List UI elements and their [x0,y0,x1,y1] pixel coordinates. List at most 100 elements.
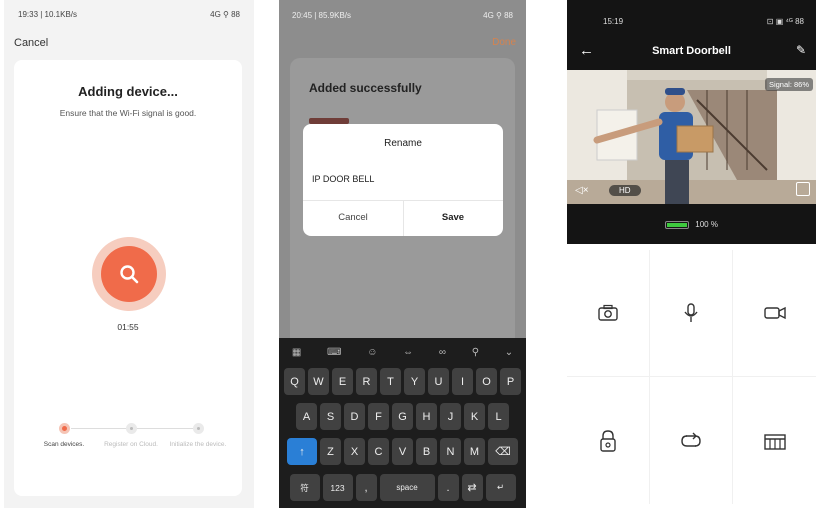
status-icons: 4G ⚲ 88 [210,10,240,19]
adding-device-screen: 19:33 | 10.1KB/s 4G ⚲ 88 Cancel Adding d… [4,0,254,508]
key[interactable]: C [368,438,389,465]
space-key[interactable]: space [379,474,435,501]
page-title: Smart Doorbell [652,45,731,57]
adding-card: Adding device... Ensure that the Wi-Fi s… [14,60,242,496]
microphone-icon [684,303,698,322]
snapshot-button[interactable] [567,250,650,377]
key[interactable]: J [440,403,461,430]
dialog-cancel-button[interactable]: Cancel [303,200,403,236]
cancel-link[interactable]: Cancel [14,37,48,49]
key[interactable]: S [320,403,341,430]
language-icon: ⇄ [467,482,477,494]
status-time: 19:33 | 10.1KB/s [18,10,78,19]
status-icons: 4G ⚲ 88 [483,11,513,20]
key[interactable]: T [380,368,401,395]
keyboard-layout-icon[interactable]: ⌨ [327,347,341,358]
key[interactable]: X [344,438,365,465]
comma-key[interactable]: , [355,474,377,501]
keypad-grid-icon[interactable]: ▦ [292,347,301,358]
keyboard-row-1: Q W E R T Y U I O P [279,368,526,395]
emoji-icon[interactable]: ☺ [367,347,377,358]
page-title: Adding device... [78,84,178,99]
gallery-icon [763,433,786,450]
done-button[interactable]: Done [492,37,516,48]
countdown-timer: 01:55 [117,322,139,332]
video-record-icon [763,306,786,320]
key[interactable]: V [392,438,413,465]
talk-button[interactable] [650,250,733,377]
key[interactable]: U [428,368,449,395]
device-name-value: IP DOOR BELL [312,174,375,184]
key[interactable]: L [488,403,509,430]
search-button[interactable] [101,246,157,302]
camera-icon [598,304,618,321]
edit-pencil-icon[interactable]: ✎ [796,43,806,57]
keyboard-row-3: ↑ Z X C V B N M ⌫ [279,438,526,465]
search-icon[interactable]: ⚲ [472,347,479,358]
unlock-button[interactable] [567,377,650,504]
page-subtitle: Ensure that the Wi-Fi signal is good. [59,108,197,118]
cursor-move-icon[interactable]: ⇔ [403,347,413,358]
refresh-icon [681,432,701,447]
key[interactable]: A [296,403,317,430]
status-icons: ⊡ ▣ ⁴ᴳ 88 [766,17,804,26]
device-name-input[interactable]: IP DOOR BELL [312,174,374,184]
step-label-initialize: Initialize the device. [169,441,227,448]
key[interactable]: R [356,368,377,395]
symbols-key[interactable]: 符 [289,474,320,501]
key[interactable]: Z [320,438,341,465]
step-dot-initialize [193,423,204,434]
doorbell-screen: 15:19 ⊡ ▣ ⁴ᴳ 88 ← Smart Doorbell ✎ Signa… [567,0,816,508]
status-bar: 19:33 | 10.1KB/s 4G ⚲ 88 [18,10,240,19]
key[interactable]: B [416,438,437,465]
step-label-register: Register on Cloud. [104,441,158,448]
keyboard-row-4: 符 123 , space . ⇄ ↵ [279,474,526,501]
link-icon[interactable]: ∞ [439,347,446,358]
key[interactable]: M [464,438,485,465]
status-bar: 15:19 ⊡ ▣ ⁴ᴳ 88 [603,17,804,26]
live-video-feed[interactable]: Signal: 86% ◁× HD [567,70,816,204]
hd-toggle[interactable]: HD [609,185,641,196]
key[interactable]: P [500,368,521,395]
key[interactable]: F [368,403,389,430]
control-grid [567,250,816,508]
key[interactable]: E [332,368,353,395]
backspace-icon: ⌫ [495,446,511,458]
record-button[interactable] [733,250,816,377]
dialog-title: Rename [384,138,422,149]
key[interactable]: Q [284,368,305,395]
key[interactable]: D [344,403,365,430]
step-label-scan: Scan devices. [43,441,85,448]
key[interactable]: N [440,438,461,465]
battery-fill [667,222,688,227]
shift-icon: ↑ [299,445,305,458]
key[interactable]: O [476,368,497,395]
key[interactable]: G [392,403,413,430]
numbers-key[interactable]: 123 [322,474,353,501]
shift-key[interactable]: ↑ [287,438,317,465]
key[interactable]: K [464,403,485,430]
step-dot-scan [59,423,70,434]
status-bar: 20:45 | 85.9KB/s 4G ⚲ 88 [292,11,513,20]
search-icon [120,265,139,284]
status-time: 15:19 [603,17,624,26]
speaker-icon[interactable]: ◁× [575,185,589,196]
keyboard-row-2: A S D F G H J K L [279,403,526,430]
backspace-key[interactable]: ⌫ [488,438,518,465]
language-key[interactable]: ⇄ [461,474,483,501]
key[interactable]: W [308,368,329,395]
chevron-down-icon[interactable]: ⌄ [505,347,513,358]
key[interactable]: H [416,403,437,430]
fullscreen-icon[interactable] [796,182,810,196]
playback-button[interactable] [650,377,733,504]
dialog-save-button[interactable]: Save [403,200,503,236]
battery-icon [665,220,690,229]
key[interactable]: I [452,368,473,395]
step-dot-register [126,423,137,434]
period-key[interactable]: . [437,474,459,501]
added-title: Added successfully [309,81,422,95]
enter-key[interactable]: ↵ [485,474,516,501]
key[interactable]: Y [404,368,425,395]
gallery-button[interactable] [733,377,816,504]
doorbell-header: 15:19 ⊡ ▣ ⁴ᴳ 88 ← Smart Doorbell ✎ Signa… [567,0,816,244]
